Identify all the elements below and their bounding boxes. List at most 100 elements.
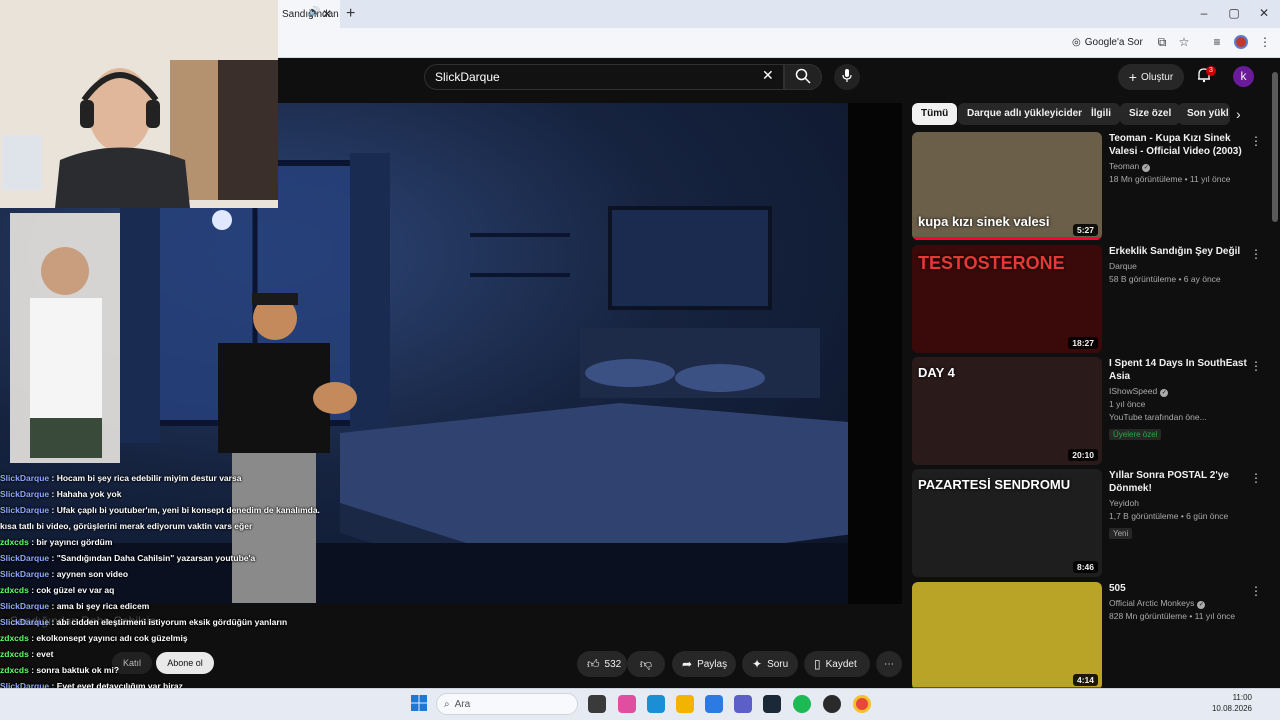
- chat-text: : ekolkonsept yayıncı adı cok güzelmiş: [28, 633, 188, 643]
- video-menu-icon[interactable]: ⋮: [1250, 471, 1262, 485]
- chip-related[interactable]: İlgili: [1082, 103, 1120, 125]
- suggested-video[interactable]: PAZARTESİ SENDROMU 8:46 Yıllar Sonra POSTA…: [912, 469, 1262, 577]
- taskbar-search-input[interactable]: ⌕ Ara: [436, 693, 578, 715]
- minimize-button[interactable]: –: [1194, 6, 1214, 20]
- video-thumbnail[interactable]: 4:14: [912, 582, 1102, 690]
- create-button[interactable]: + Oluştur: [1118, 64, 1184, 90]
- chip-for-you[interactable]: Size özel: [1120, 103, 1181, 125]
- close-icon[interactable]: ✕: [322, 7, 332, 21]
- chat-text: : bir yayıncı gördüm: [28, 537, 113, 547]
- browser-profile-avatar[interactable]: [1234, 35, 1248, 49]
- video-thumbnail[interactable]: PAZARTESİ SENDROMU 8:46: [912, 469, 1102, 577]
- ask-button[interactable]: ✦ Soru: [742, 651, 798, 677]
- video-menu-icon[interactable]: ⋮: [1250, 247, 1262, 261]
- video-info: Erkeklik Sandığın Şey Değil Darque 58 B gö…: [1109, 245, 1249, 286]
- subscribe-button[interactable]: Abone ol: [156, 652, 214, 674]
- search-input[interactable]: SlickDarque: [424, 64, 784, 90]
- speaker-icon[interactable]: 🔊: [308, 7, 320, 18]
- media-controls-icon[interactable]: ≡: [1209, 35, 1225, 49]
- thumbnail-text: PAZARTESİ SENDROMU: [918, 477, 1071, 492]
- chat-username: SlickDarque: [0, 489, 50, 499]
- chat-text: : Ufak çaplı bi youtuber'ım, yeni bi kon…: [49, 505, 320, 515]
- dislike-button[interactable]: 👎︎: [627, 651, 665, 677]
- maximize-button[interactable]: ▢: [1224, 6, 1244, 20]
- taskbar-search-placeholder: Ara: [454, 698, 471, 710]
- video-title[interactable]: Yıllar Sonra POSTAL 2'ye Dönmek!: [1109, 469, 1249, 495]
- chat-username: zdxcds: [0, 665, 29, 675]
- obs-icon[interactable]: [823, 695, 841, 713]
- scrollbar-thumb[interactable]: [1272, 72, 1278, 222]
- video-duration: 4:14: [1072, 674, 1098, 686]
- microphone-icon: [842, 69, 852, 82]
- google-ask-label: Google'a Sor: [1084, 36, 1143, 48]
- lens-icon: ◎: [1072, 36, 1081, 48]
- video-title-ghost: Sandığından Daha Cahilsin: [10, 614, 157, 628]
- save-button[interactable]: ▯ Kaydet: [804, 651, 870, 677]
- featured-note: YouTube tarafından öne...: [1109, 412, 1207, 422]
- window-close-button[interactable]: ✕: [1254, 6, 1274, 20]
- video-thumbnail[interactable]: DAY 4 20:10: [912, 357, 1102, 465]
- bookmark-star-icon[interactable]: ☆: [1176, 35, 1192, 49]
- video-title[interactable]: I Spent 14 Days In SouthEast Asia: [1109, 357, 1249, 383]
- copilot-icon[interactable]: [618, 695, 636, 713]
- new-tab-button[interactable]: +: [346, 5, 355, 23]
- channel-name[interactable]: IShowSpeed: [1109, 386, 1157, 396]
- video-title[interactable]: 505: [1109, 582, 1249, 595]
- chat-username: SlickDarque: [0, 473, 50, 483]
- plus-icon: +: [1128, 69, 1137, 85]
- voice-search-button[interactable]: [834, 64, 860, 90]
- channel-name[interactable]: Official Arctic Monkeys: [1109, 598, 1194, 608]
- video-pillarbox: [848, 103, 902, 604]
- video-menu-icon[interactable]: ⋮: [1250, 134, 1262, 148]
- suggested-video[interactable]: DAY 4 20:10 I Spent 14 Days In SouthEast A…: [912, 357, 1262, 465]
- like-button[interactable]: 👍︎ 532: [577, 651, 627, 677]
- video-badge: Üyelere özel: [1109, 429, 1162, 440]
- search-button[interactable]: [784, 64, 822, 90]
- user-avatar[interactable]: k: [1233, 66, 1254, 87]
- video-thumbnail[interactable]: kupa kızı sinek valesi 5:27: [912, 132, 1102, 240]
- chat-message: zdxcds : cok güzel ev var aq: [0, 582, 330, 598]
- channel-name[interactable]: Yeyidoh: [1109, 498, 1139, 508]
- video-menu-icon[interactable]: ⋮: [1250, 584, 1262, 598]
- video-thumbnail[interactable]: TESTOSTERONE 18:27: [912, 245, 1102, 353]
- chat-username: zdxcds: [0, 649, 29, 659]
- thumbnail-text: TESTOSTERONE: [918, 253, 1065, 273]
- channel-name[interactable]: Teoman: [1109, 161, 1139, 171]
- channel-name-row: Darque: [1109, 260, 1249, 273]
- chip-all[interactable]: Tümü: [912, 103, 958, 125]
- suggested-video[interactable]: kupa kızı sinek valesi 5:27 Teoman - Kupa …: [912, 132, 1262, 240]
- clear-search-icon[interactable]: ✕: [762, 67, 774, 84]
- chrome-icon[interactable]: [853, 695, 871, 713]
- mail-icon[interactable]: [705, 695, 723, 713]
- suggested-video[interactable]: 4:14 505 Official Arctic Monkeys ✓ 828 Mn gö…: [912, 582, 1262, 690]
- video-title[interactable]: Teoman - Kupa Kızı Sinek Valesi - Offici…: [1109, 132, 1249, 158]
- chat-message: kısa tatlı bi video, görüşlerini merak e…: [0, 518, 330, 534]
- video-info: Yıllar Sonra POSTAL 2'ye Dönmek! Yeyidoh 1…: [1109, 469, 1249, 541]
- file-explorer-icon[interactable]: [676, 695, 694, 713]
- chip-recent[interactable]: Son yükl: [1178, 103, 1230, 125]
- windows-taskbar: [0, 688, 1280, 720]
- edge-icon[interactable]: [647, 695, 665, 713]
- kebab-menu-icon[interactable]: ⋮: [1257, 35, 1273, 49]
- chevron-right-icon[interactable]: ›: [1236, 106, 1241, 122]
- suggested-video[interactable]: TESTOSTERONE 18:27 Erkeklik Sandığın Şey D…: [912, 245, 1262, 353]
- system-clock[interactable]: 11:00 10.08.2026: [1206, 692, 1252, 714]
- video-menu-icon[interactable]: ⋮: [1250, 359, 1262, 373]
- windows-start-icon[interactable]: [410, 694, 428, 712]
- more-actions-button[interactable]: ⋯: [876, 651, 902, 677]
- share-button[interactable]: ➦ Paylaş: [672, 651, 736, 677]
- spotify-icon[interactable]: [793, 695, 811, 713]
- join-button[interactable]: Katıl: [112, 652, 152, 674]
- teams-icon[interactable]: [734, 695, 752, 713]
- ask-label: Soru: [767, 658, 789, 670]
- channel-name-row: Yeyidoh: [1109, 497, 1249, 510]
- video-title[interactable]: Erkeklik Sandığın Şey Değil: [1109, 245, 1249, 258]
- chip-from-uploader[interactable]: Darque adlı yükleyiciden: [958, 103, 1094, 125]
- google-ask-button[interactable]: ◎ Google'a Sor: [1072, 33, 1143, 51]
- task-view-icon[interactable]: [588, 695, 606, 713]
- install-icon[interactable]: ⧉: [1154, 35, 1170, 50]
- video-info: I Spent 14 Days In SouthEast Asia IShowSp…: [1109, 357, 1249, 442]
- channel-name[interactable]: Darque: [1109, 261, 1137, 271]
- steam-icon[interactable]: [763, 695, 781, 713]
- chat-text: : "Sandığından Daha Cahilsin" yazarsan y…: [49, 553, 256, 563]
